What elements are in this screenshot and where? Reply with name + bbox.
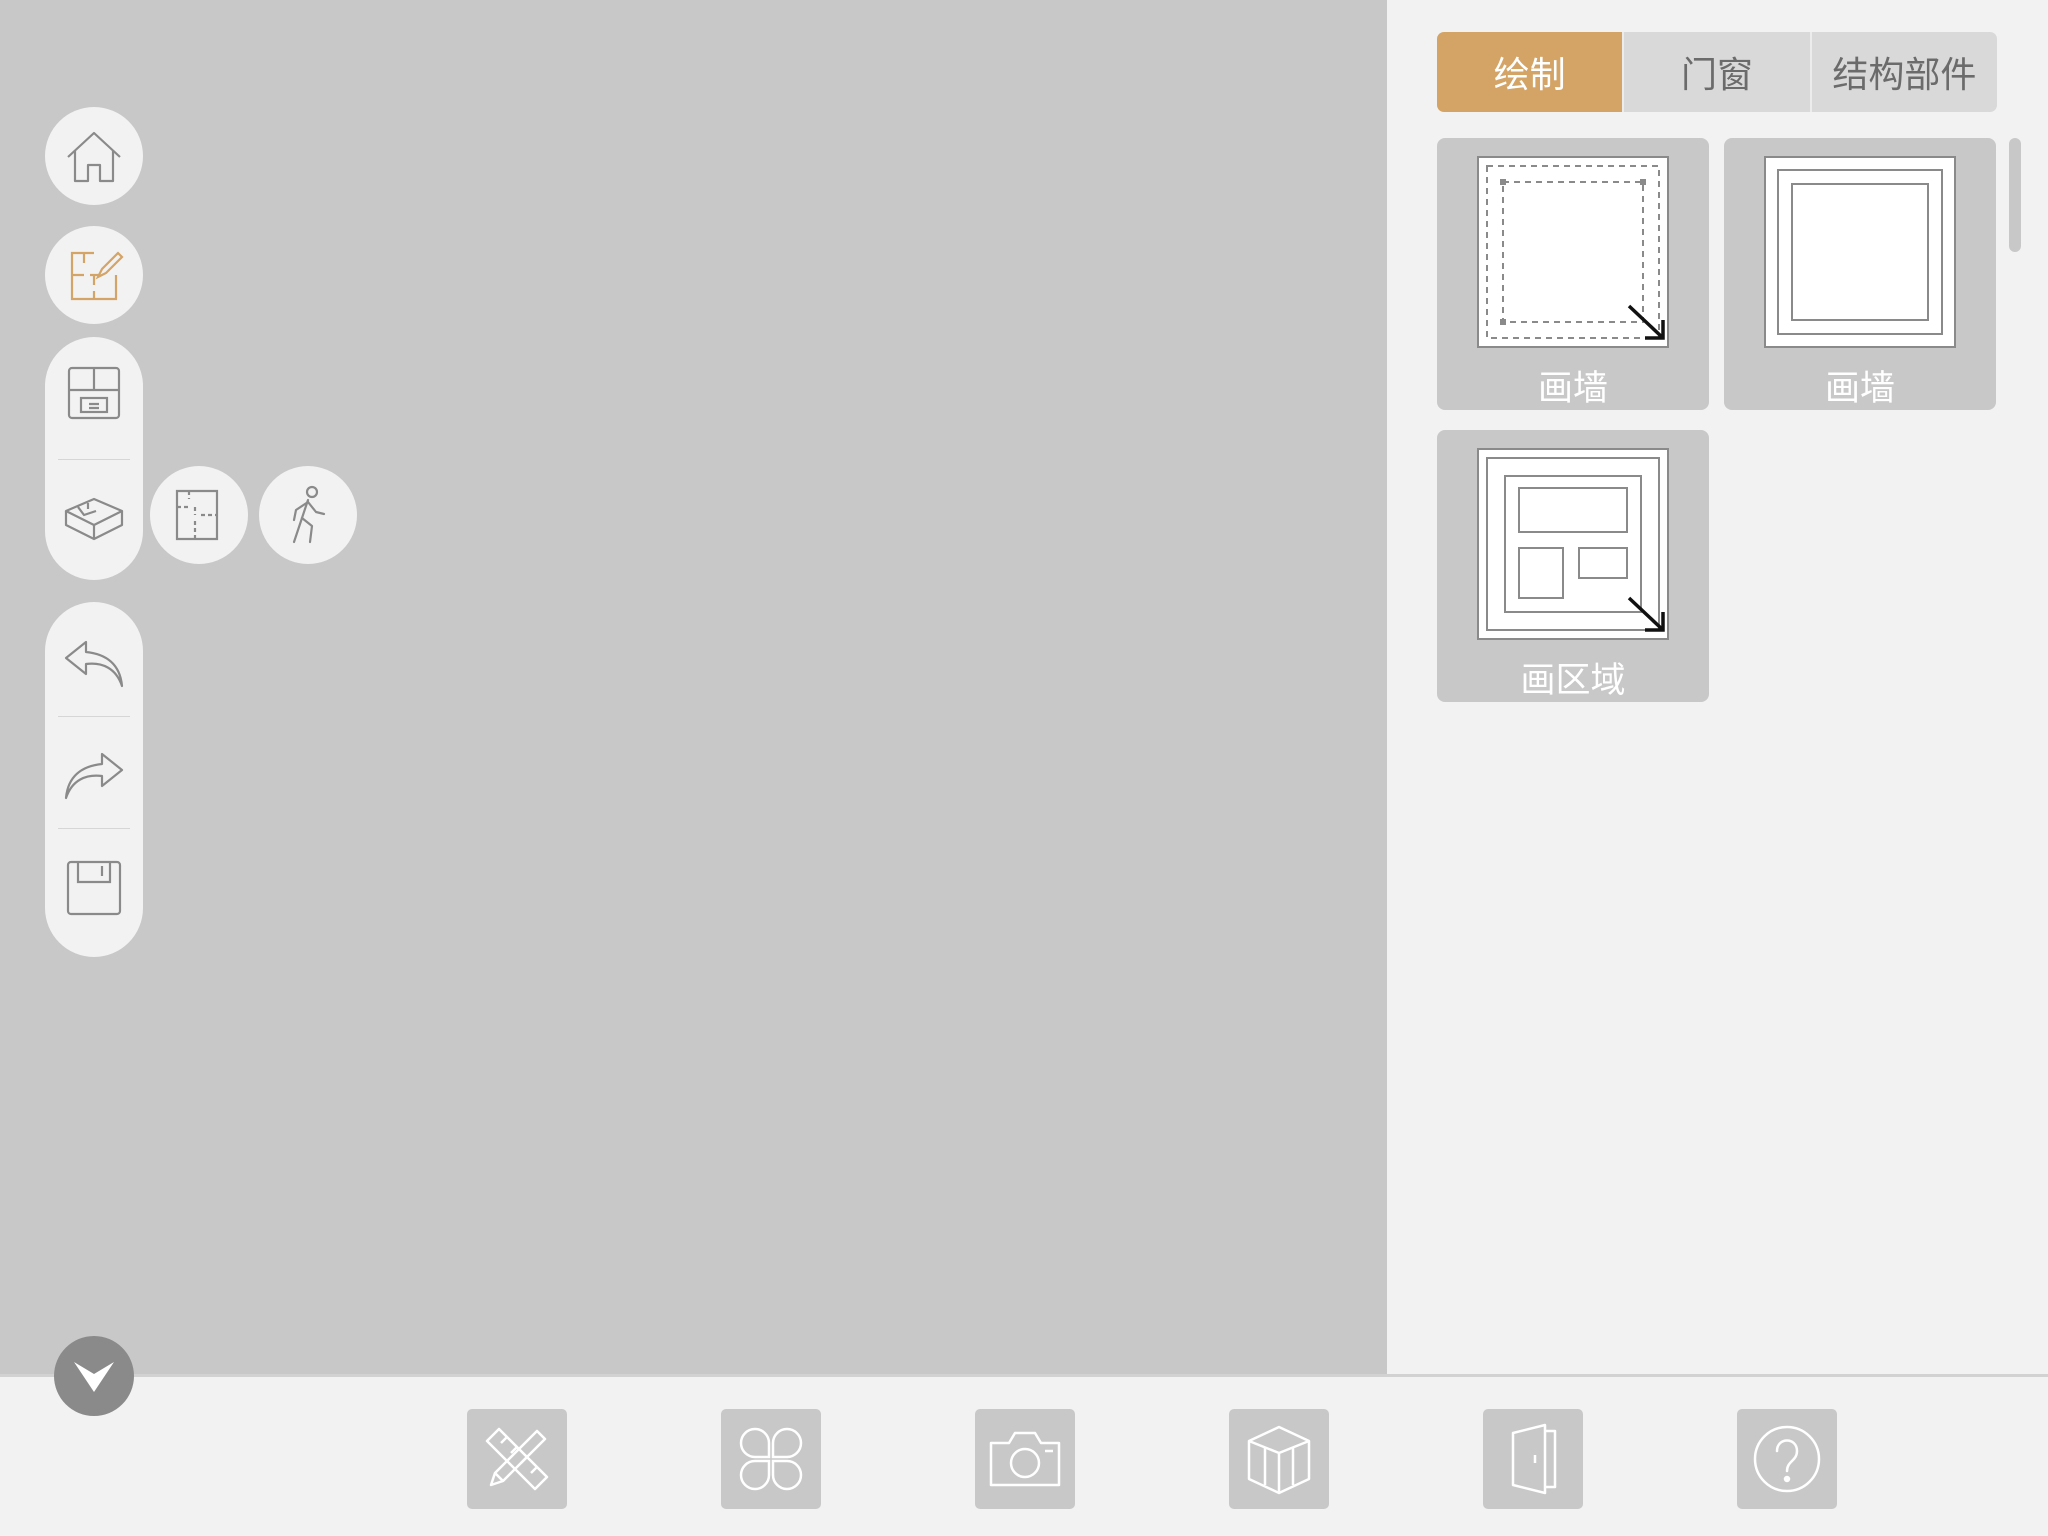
3d-model-button[interactable] bbox=[1229, 1409, 1329, 1509]
walk-mode-button[interactable] bbox=[259, 466, 357, 564]
redo-icon bbox=[62, 746, 126, 806]
drawing-canvas[interactable] bbox=[0, 0, 1387, 1374]
help-icon bbox=[1751, 1423, 1823, 1495]
tool-label: 画区域 bbox=[1520, 661, 1626, 701]
toolbar-divider bbox=[58, 716, 130, 717]
cube-icon bbox=[1245, 1423, 1313, 1495]
3d-view-button[interactable] bbox=[45, 461, 143, 573]
view-mode-group bbox=[45, 337, 143, 580]
history-group bbox=[45, 602, 143, 957]
screenshot-button[interactable] bbox=[975, 1409, 1075, 1509]
3d-view-icon bbox=[62, 485, 126, 549]
clover-apps-icon bbox=[735, 1423, 807, 1495]
save-icon bbox=[64, 858, 124, 918]
tool-draw-wall-dashed[interactable]: 画墙 bbox=[1437, 138, 1709, 410]
camera-icon bbox=[987, 1427, 1063, 1491]
undo-icon bbox=[62, 634, 126, 694]
floorplan-2d-icon bbox=[63, 362, 125, 424]
home-button[interactable] bbox=[45, 107, 143, 205]
chevron-down-icon bbox=[70, 1356, 118, 1396]
save-button[interactable] bbox=[45, 832, 143, 944]
door-icon bbox=[1505, 1423, 1561, 1495]
door-button[interactable] bbox=[1483, 1409, 1583, 1509]
ruler-pencil-icon bbox=[481, 1423, 553, 1495]
edit-floorplan-button[interactable] bbox=[45, 226, 143, 324]
tab-structure-parts[interactable]: 结构部件 bbox=[1809, 32, 1997, 112]
floorplan-outline-icon bbox=[171, 485, 227, 545]
undo-button[interactable] bbox=[45, 608, 143, 720]
tab-doors-windows[interactable]: 门窗 bbox=[1622, 32, 1810, 112]
panel-scrollbar[interactable] bbox=[2009, 138, 2021, 252]
tool-label: 画墙 bbox=[1824, 369, 1895, 409]
tool-draw-wall[interactable]: 画墙 bbox=[1724, 138, 1996, 410]
draw-area-icon bbox=[1477, 448, 1669, 644]
tool-panel: 绘制 门窗 结构部件 画墙 画墙 画区域 bbox=[1387, 0, 2048, 1374]
draw-wall-icon bbox=[1764, 156, 1956, 352]
measure-draw-button[interactable] bbox=[467, 1409, 567, 1509]
tab-draw[interactable]: 绘制 bbox=[1437, 32, 1623, 112]
tool-tabs: 绘制 门窗 结构部件 bbox=[1437, 32, 1997, 112]
catalog-button[interactable] bbox=[721, 1409, 821, 1509]
bottom-toolbar bbox=[0, 1374, 2048, 1536]
floorplan-2d-button[interactable] bbox=[45, 337, 143, 449]
help-button[interactable] bbox=[1737, 1409, 1837, 1509]
draw-wall-dashed-icon bbox=[1477, 156, 1669, 352]
walk-icon bbox=[284, 484, 332, 546]
floorplan-outline-button[interactable] bbox=[150, 466, 248, 564]
floorplan-edit-icon bbox=[64, 245, 124, 305]
home-icon bbox=[64, 126, 124, 186]
collapse-button[interactable] bbox=[54, 1336, 134, 1416]
tool-draw-area[interactable]: 画区域 bbox=[1437, 430, 1709, 702]
toolbar-divider bbox=[58, 828, 130, 829]
toolbar-divider bbox=[58, 459, 130, 460]
tool-label: 画墙 bbox=[1537, 369, 1608, 409]
redo-button[interactable] bbox=[45, 720, 143, 832]
